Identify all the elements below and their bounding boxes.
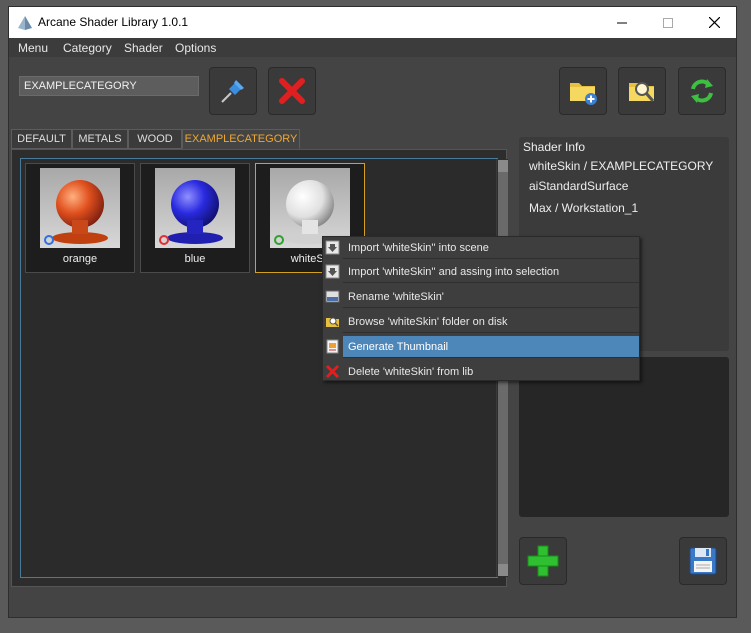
minimize-icon — [617, 22, 627, 23]
ctx-rename[interactable]: Rename 'whiteSkin' — [343, 286, 639, 308]
shader-ball-blue-thumbnail — [155, 168, 235, 248]
refresh-icon — [691, 79, 713, 103]
floppy-disk-icon — [689, 547, 717, 575]
tab-examplecategory[interactable]: EXAMPLECATEGORY — [182, 129, 300, 149]
tab-default[interactable]: DEFAULT — [11, 129, 72, 149]
ctx-import-assign-selection[interactable]: Import 'whiteSkin'' and assing into sele… — [343, 261, 639, 283]
ctx-browse-folder[interactable]: Browse 'whiteSkin' folder on disk — [343, 311, 639, 333]
shader-info-source: Max / Workstation_1 — [529, 201, 639, 215]
shader-context-menu: Import 'whiteSkin'' into scene Import 'w… — [322, 236, 640, 381]
tab-metals[interactable]: METALS — [72, 129, 128, 149]
shader-info-title: Shader Info — [523, 140, 586, 154]
category-name-input[interactable] — [19, 76, 199, 96]
pushpin-icon — [221, 80, 244, 103]
menu-menu[interactable]: Menu — [18, 41, 48, 55]
shader-info-name: whiteSkin / EXAMPLECATEGORY — [529, 159, 714, 173]
refresh-button[interactable] — [678, 67, 726, 115]
menu-shader[interactable]: Shader — [124, 41, 163, 55]
shader-ball-orange-thumbnail — [40, 168, 120, 248]
scroll-down-arrow[interactable] — [498, 564, 508, 576]
add-shader-button[interactable] — [519, 537, 567, 585]
pin-button[interactable] — [209, 67, 257, 115]
shader-info-type: aiStandardSurface — [529, 179, 629, 193]
folder-browse-icon — [326, 317, 339, 327]
menu-options[interactable]: Options — [175, 41, 216, 55]
shader-item-orange[interactable]: orange — [25, 163, 135, 273]
browse-folder-button[interactable] — [618, 67, 666, 115]
pyramid-logo-icon — [18, 16, 32, 30]
shader-name-orange: orange — [62, 253, 98, 265]
folder-search-icon — [629, 82, 655, 102]
ctx-import-into-scene[interactable]: Import 'whiteSkin'' into scene — [343, 237, 639, 259]
close-icon — [708, 17, 720, 28]
delete-category-button[interactable] — [268, 67, 316, 115]
rename-icon — [325, 290, 340, 303]
red-x-icon — [279, 78, 305, 104]
minimize-button[interactable] — [599, 7, 645, 38]
context-menu-icon-strip — [323, 237, 343, 380]
import-assign-icon — [325, 264, 340, 279]
delete-icon — [325, 364, 340, 379]
add-folder-button[interactable] — [559, 67, 607, 115]
title-bar[interactable]: Arcane Shader Library 1.0.1 — [9, 7, 736, 38]
ctx-generate-thumbnail[interactable]: Generate Thumbnail — [343, 336, 639, 358]
close-button[interactable] — [691, 7, 737, 38]
folder-add-icon — [570, 83, 597, 105]
maximize-button[interactable] — [645, 7, 691, 38]
scroll-up-arrow[interactable] — [498, 160, 508, 172]
ctx-delete-from-lib[interactable]: Delete 'whiteSkin' from lib — [343, 361, 639, 383]
window-title: Arcane Shader Library 1.0.1 — [38, 15, 189, 29]
save-shader-button[interactable] — [679, 537, 727, 585]
green-plus-icon — [527, 545, 559, 577]
shader-name-blue: blue — [184, 253, 206, 265]
menu-category[interactable]: Category — [63, 41, 112, 55]
tab-wood[interactable]: WOOD — [128, 129, 182, 149]
shader-item-blue[interactable]: blue — [140, 163, 250, 273]
thumbnail-icon — [326, 339, 339, 354]
import-icon — [325, 240, 340, 255]
menu-bar: Menu Category Shader Options — [9, 38, 736, 57]
maximize-icon — [663, 17, 673, 28]
